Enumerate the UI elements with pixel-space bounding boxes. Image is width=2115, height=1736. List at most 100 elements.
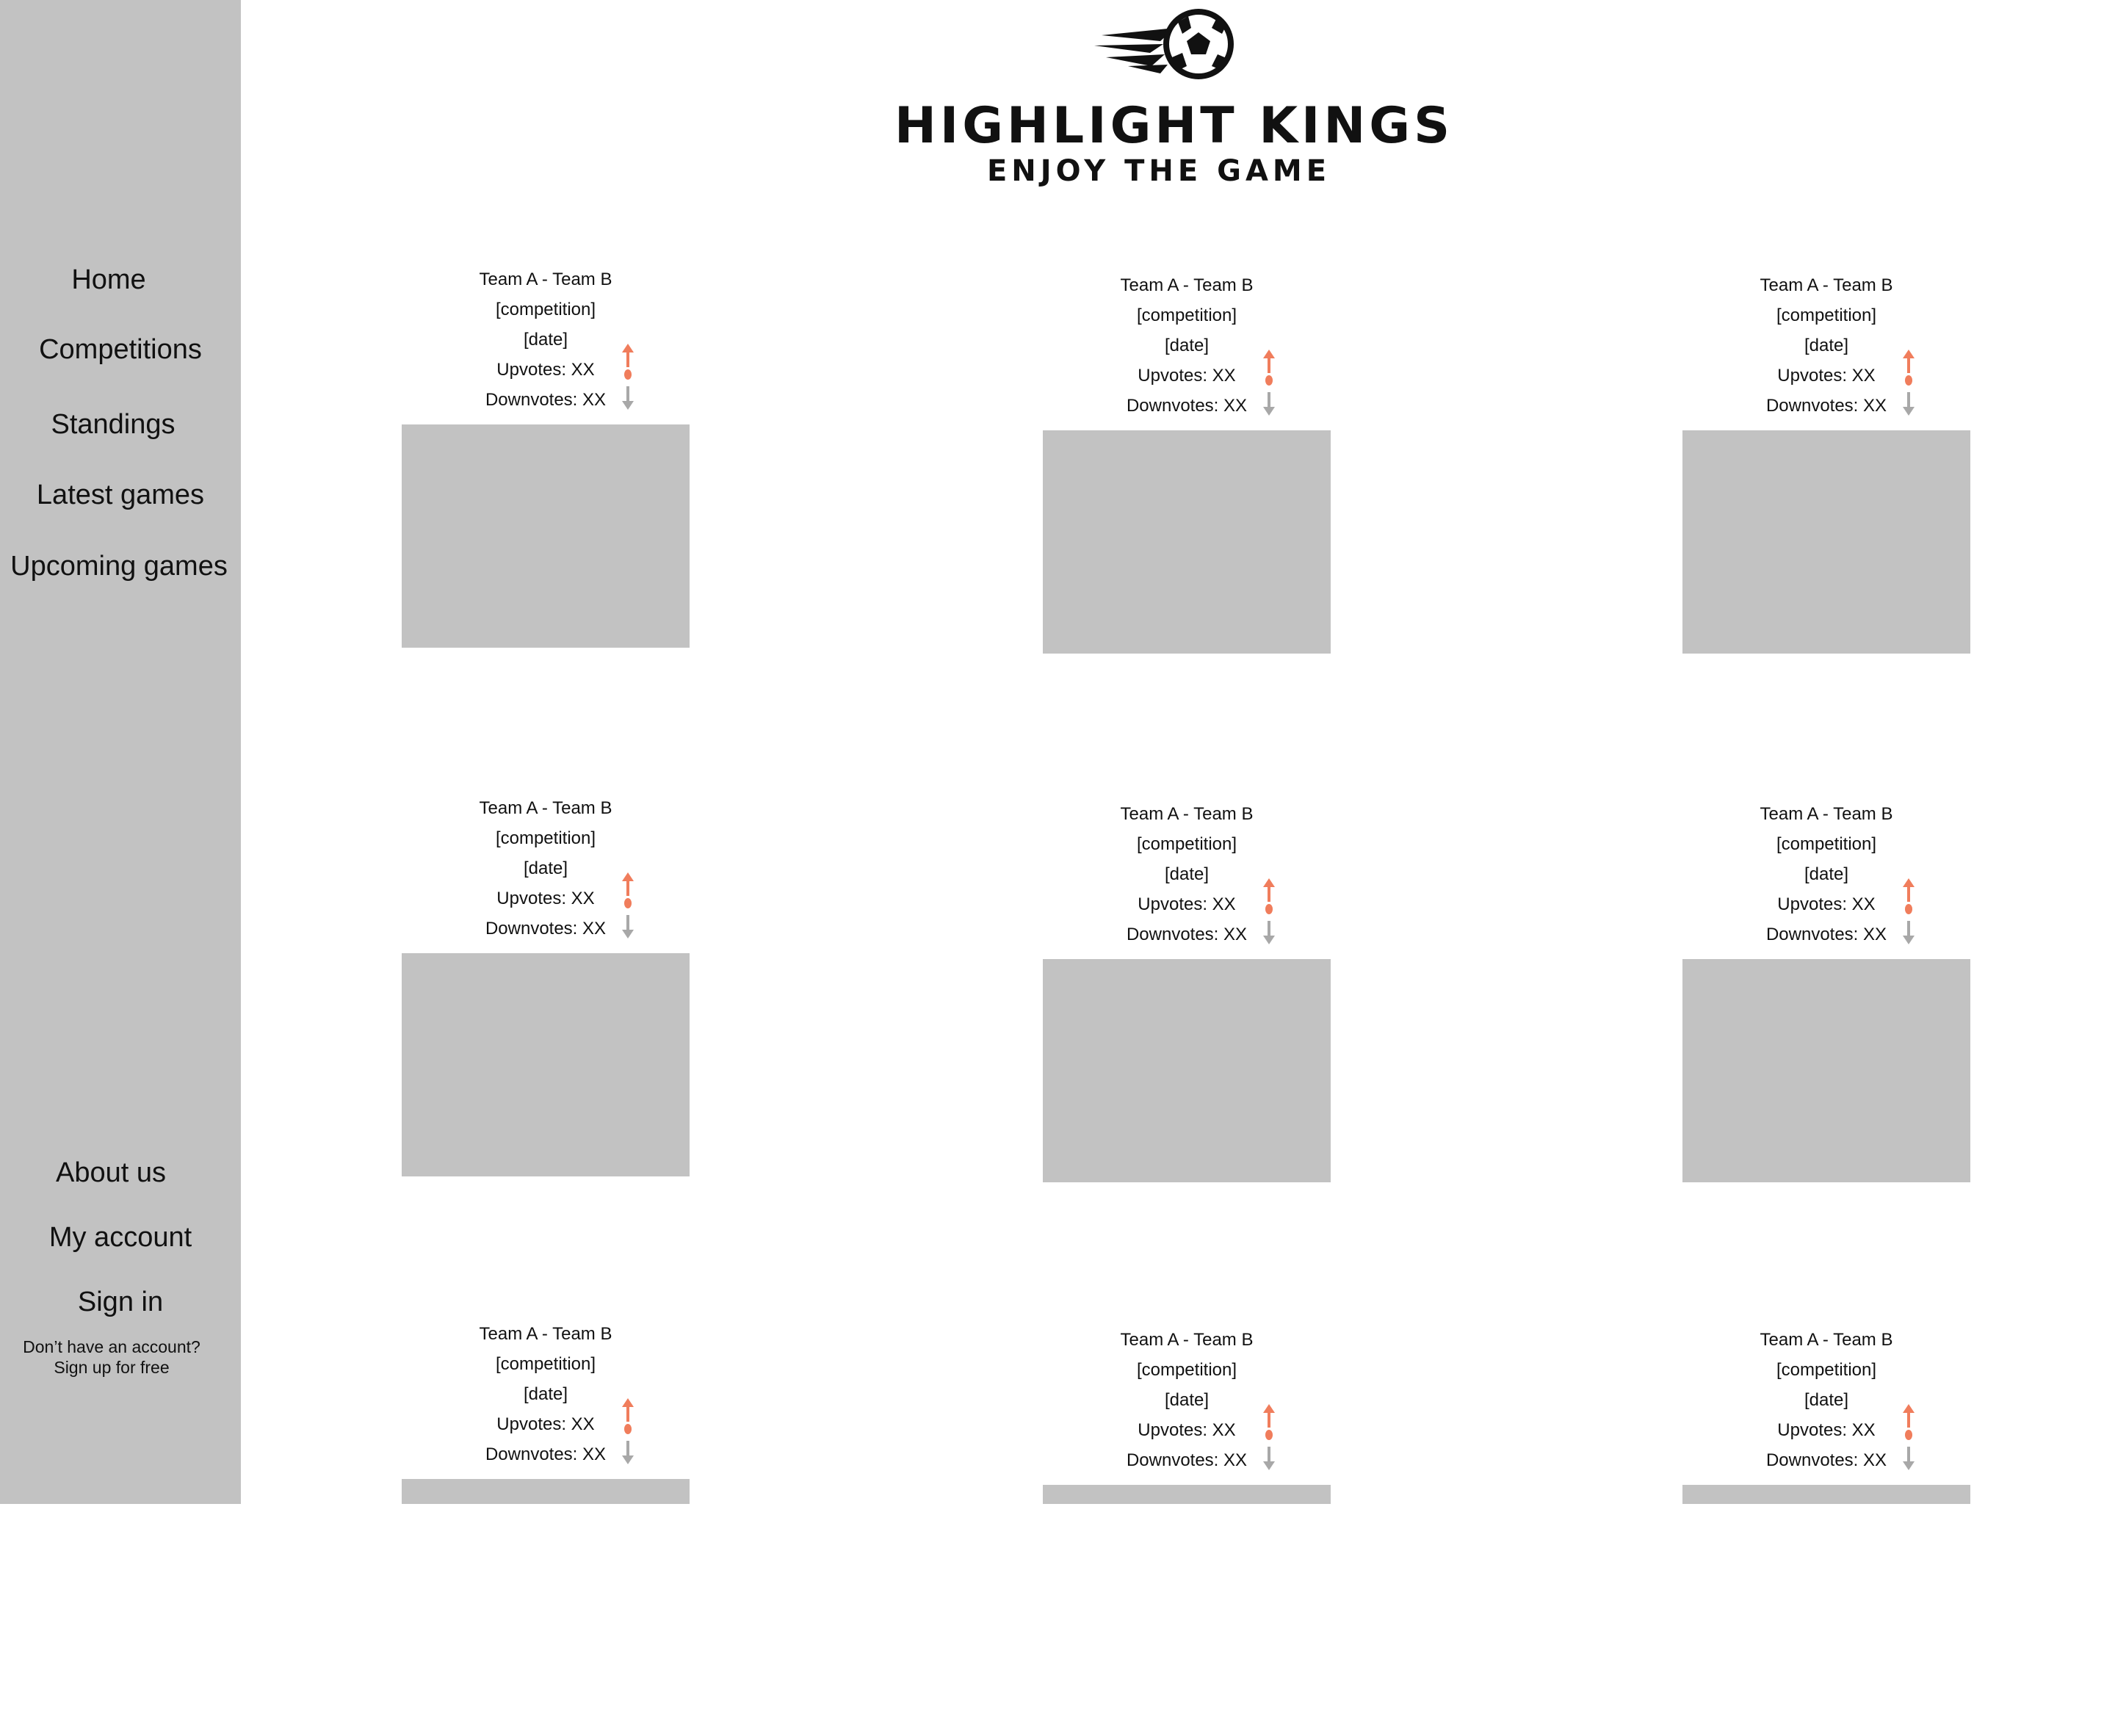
vote-dot-icon — [1905, 904, 1912, 914]
game-teams: Team A - Team B — [1760, 804, 1893, 824]
vote-dot-icon — [1265, 375, 1273, 386]
game-upvotes: Upvotes: XX — [1138, 366, 1236, 386]
sidebar: Home Competitions Standings Latest games… — [0, 0, 241, 1504]
game-upvotes: Upvotes: XX — [1138, 1420, 1236, 1440]
game-teams: Team A - Team B — [1760, 1330, 1893, 1350]
game-card: Team A - Team B [competition] [date] Upv… — [1682, 1325, 1970, 1736]
game-card-info: Team A - Team B [competition] [date] Upv… — [1682, 1325, 1970, 1475]
video-thumbnail[interactable] — [402, 953, 690, 1176]
game-card-info: Team A - Team B [competition] [date] Upv… — [402, 264, 690, 415]
game-card-info: Team A - Team B [competition] [date] Upv… — [402, 1319, 690, 1469]
upvote-arrow-icon[interactable] — [1260, 877, 1278, 903]
downvote-arrow-icon[interactable] — [1260, 391, 1278, 417]
upvote-arrow-icon[interactable] — [619, 871, 637, 897]
game-downvotes: Downvotes: XX — [1126, 925, 1248, 944]
game-teams: Team A - Team B — [479, 798, 612, 818]
game-card: Team A - Team B [competition] [date] Upv… — [402, 1319, 690, 1730]
vote-dot-icon — [1905, 375, 1912, 386]
game-competition: [competition] — [495, 1354, 596, 1374]
game-competition: [competition] — [1136, 1360, 1237, 1380]
game-downvotes: Downvotes: XX — [1765, 1450, 1887, 1470]
upvote-arrow-icon[interactable] — [1900, 348, 1917, 375]
game-upvotes: Upvotes: XX — [496, 889, 595, 908]
downvote-arrow-icon[interactable] — [1260, 1445, 1278, 1472]
game-competition: [competition] — [1136, 305, 1237, 325]
video-thumbnail[interactable] — [1682, 1485, 1970, 1504]
video-thumbnail[interactable] — [402, 1479, 690, 1504]
game-card-info: Team A - Team B [competition] [date] Upv… — [1682, 799, 1970, 950]
game-date: [date] — [523, 330, 568, 350]
video-thumbnail[interactable] — [1043, 959, 1331, 1182]
upvote-arrow-icon[interactable] — [1260, 1403, 1278, 1429]
nav-my-account[interactable]: My account — [0, 1222, 241, 1254]
video-thumbnail[interactable] — [1682, 430, 1970, 654]
nav-upcoming-games[interactable]: Upcoming games — [0, 551, 239, 582]
game-upvotes: Upvotes: XX — [496, 1414, 595, 1434]
game-competition: [competition] — [495, 828, 596, 848]
nav-about-us[interactable]: About us — [0, 1157, 231, 1189]
game-upvotes: Upvotes: XX — [1777, 894, 1876, 914]
game-competition: [competition] — [1776, 834, 1877, 854]
nav-standings[interactable]: Standings — [0, 409, 234, 441]
upvote-arrow-icon[interactable] — [1900, 877, 1917, 903]
upvote-arrow-icon[interactable] — [1900, 1403, 1917, 1429]
vote-dot-icon — [1265, 904, 1273, 914]
vote-controls — [1900, 877, 1917, 944]
game-downvotes: Downvotes: XX — [1765, 925, 1887, 944]
game-upvotes: Upvotes: XX — [496, 360, 595, 380]
game-competition: [competition] — [495, 300, 596, 319]
game-card: Team A - Team B [competition] [date] Upv… — [1043, 799, 1331, 1210]
vote-dot-icon — [1265, 1430, 1273, 1440]
vote-controls — [1260, 877, 1278, 944]
vote-controls — [1900, 1403, 1917, 1470]
game-card: Team A - Team B [competition] [date] Upv… — [1043, 270, 1331, 681]
game-card-info: Team A - Team B [competition] [date] Upv… — [1682, 270, 1970, 421]
vote-dot-icon — [1905, 1430, 1912, 1440]
logo-title: HIGHLIGHT KINGS — [894, 97, 1454, 155]
downvote-arrow-icon[interactable] — [1900, 391, 1917, 417]
game-card-info: Team A - Team B [competition] [date] Upv… — [1043, 270, 1331, 421]
video-thumbnail[interactable] — [1043, 430, 1331, 654]
downvote-arrow-icon[interactable] — [1900, 919, 1917, 946]
nav-home[interactable]: Home — [0, 264, 229, 296]
game-competition: [competition] — [1136, 834, 1237, 854]
downvote-arrow-icon[interactable] — [1900, 1445, 1917, 1472]
signup-link[interactable]: Sign up for free — [0, 1357, 223, 1378]
game-competition: [competition] — [1776, 305, 1877, 325]
game-card-info: Team A - Team B [competition] [date] Upv… — [1043, 799, 1331, 950]
nav-competitions[interactable]: Competitions — [0, 334, 241, 366]
vote-controls — [1900, 348, 1917, 416]
video-thumbnail[interactable] — [1682, 959, 1970, 1182]
game-teams: Team A - Team B — [479, 270, 612, 289]
game-date: [date] — [1164, 1390, 1210, 1410]
game-upvotes: Upvotes: XX — [1777, 366, 1876, 386]
game-teams: Team A - Team B — [479, 1324, 612, 1344]
downvote-arrow-icon[interactable] — [619, 385, 637, 411]
downvote-arrow-icon[interactable] — [1260, 919, 1278, 946]
game-downvotes: Downvotes: XX — [485, 390, 607, 410]
game-teams: Team A - Team B — [1760, 275, 1893, 295]
video-thumbnail[interactable] — [1043, 1485, 1331, 1504]
game-card: Team A - Team B [competition] [date] Upv… — [1043, 1325, 1331, 1736]
game-date: [date] — [1804, 336, 1849, 355]
game-upvotes: Upvotes: XX — [1777, 1420, 1876, 1440]
game-teams: Team A - Team B — [1120, 1330, 1254, 1350]
game-downvotes: Downvotes: XX — [1765, 396, 1887, 416]
upvote-arrow-icon[interactable] — [1260, 348, 1278, 375]
game-card: Team A - Team B [competition] [date] Upv… — [1682, 270, 1970, 681]
game-date: [date] — [523, 1384, 568, 1404]
downvote-arrow-icon[interactable] — [619, 1439, 637, 1466]
vote-dot-icon — [624, 1424, 632, 1434]
game-card: Team A - Team B [competition] [date] Upv… — [402, 264, 690, 676]
upvote-arrow-icon[interactable] — [619, 342, 637, 369]
downvote-arrow-icon[interactable] — [619, 914, 637, 940]
upvote-arrow-icon[interactable] — [619, 1397, 637, 1423]
vote-controls — [619, 342, 637, 410]
nav-latest-games[interactable]: Latest games — [0, 480, 241, 511]
game-date: [date] — [1804, 864, 1849, 884]
video-thumbnail[interactable] — [402, 424, 690, 648]
nav-sign-in[interactable]: Sign in — [0, 1287, 241, 1318]
logo-subtitle: ENJOY THE GAME — [986, 154, 1331, 188]
game-date: [date] — [523, 858, 568, 878]
game-upvotes: Upvotes: XX — [1138, 894, 1236, 914]
